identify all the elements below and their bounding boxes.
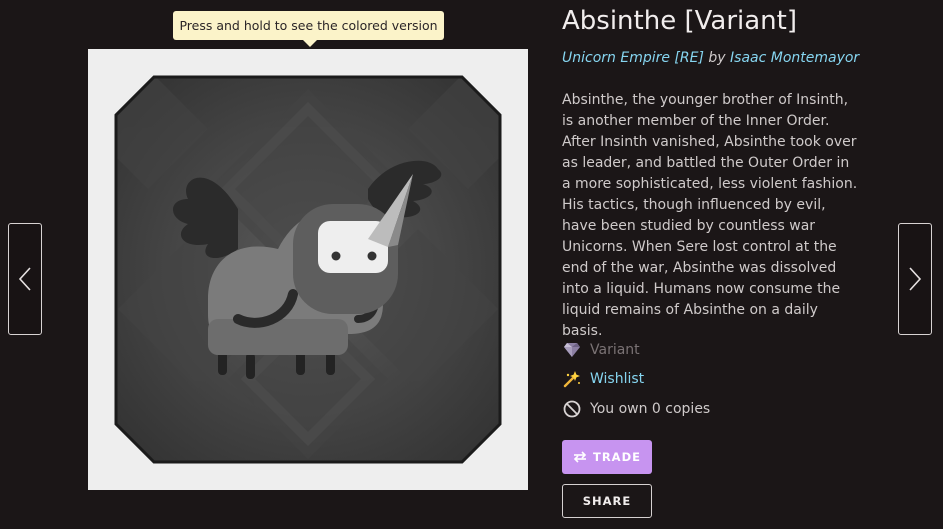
unicorn-card-art	[114, 75, 502, 464]
owned-copies-label: You own 0 copies	[590, 401, 711, 417]
previous-card-button[interactable]	[8, 223, 42, 335]
artist-link[interactable]: Isaac Montemayor	[730, 50, 859, 66]
wishlist-label[interactable]: Wishlist	[590, 371, 644, 387]
sparkle-wand-icon	[562, 369, 582, 389]
variant-label: Variant	[590, 342, 640, 358]
next-card-button[interactable]	[898, 223, 932, 335]
chevron-right-icon	[909, 267, 922, 291]
share-button[interactable]: SHARE	[562, 484, 652, 518]
share-label: SHARE	[582, 494, 632, 508]
card-title: Absinthe [Variant]	[562, 6, 797, 36]
prohibited-icon	[562, 399, 582, 419]
wishlist-button[interactable]: Wishlist	[562, 369, 644, 389]
swap-arrows-icon	[573, 451, 587, 463]
trade-button[interactable]: TRADE	[562, 440, 652, 474]
chevron-left-icon	[18, 267, 31, 291]
colored-version-tooltip: Press and hold to see the colored versio…	[173, 11, 444, 47]
by-label: by	[708, 50, 726, 66]
trade-label: TRADE	[592, 450, 641, 464]
gem-icon	[562, 340, 582, 360]
set-link[interactable]: Unicorn Empire [RE]	[562, 50, 704, 66]
variant-row: Variant	[562, 340, 640, 360]
owned-copies-row: You own 0 copies	[562, 399, 710, 419]
card-description: Absinthe, the younger brother of Insinth…	[562, 92, 858, 339]
card-image[interactable]	[88, 49, 528, 490]
card-subtitle: Unicorn Empire [RE] by Isaac Montemayor	[562, 50, 859, 66]
